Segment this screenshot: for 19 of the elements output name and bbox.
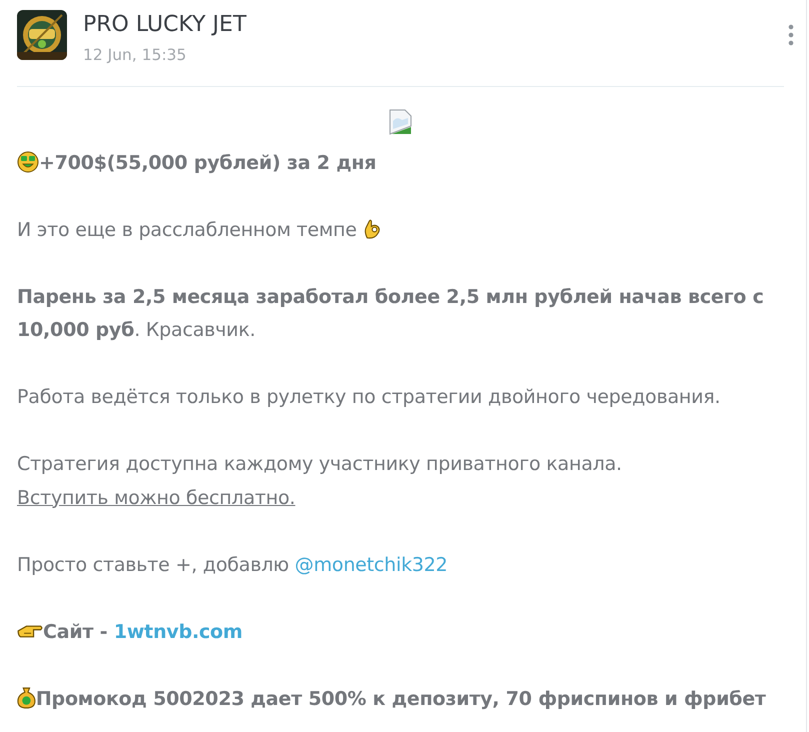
post-link[interactable]: Вступить можно бесплатно. — [17, 486, 296, 509]
post-paragraph: Промокод 5002023 дает 500% к депозиту, 70 фриспинов и фрибет — [17, 682, 784, 716]
post-paragraph: Работа ведётся только в рулетку по стратегии двойного чередования. — [17, 385, 722, 410]
post-paragraph: И это еще в расслабленном темпе — [17, 214, 784, 248]
pointing-hand-icon — [17, 624, 43, 638]
money-bag-icon — [17, 686, 36, 709]
post-date: 12 Jun, 15:35 — [83, 45, 188, 66]
channel-name: PRO LUCKY JET — [83, 12, 246, 38]
post-paragraph: Стратегия доступна каждому участнику приватного канала. Вступить можно бесплатно. — [17, 452, 623, 511]
more-options-icon[interactable] — [788, 24, 794, 46]
post-paragraph: Сайт - 1wtnvb.com — [17, 616, 784, 650]
ok-hand-icon — [362, 218, 382, 240]
money-face-icon — [17, 150, 39, 173]
post-paragraph: +700$(55,000 рублей) за 2 дня — [17, 146, 784, 180]
broken-image-icon — [388, 108, 414, 135]
post-link[interactable]: @monetchik322 — [294, 554, 448, 576]
post-paragraph: Парень за 2,5 месяца заработал более 2,5 млн рублей начав всего с 10,000 руб. Красавчик. — [17, 284, 765, 344]
post-link[interactable]: 1wtnvb.com — [114, 620, 243, 643]
post-paragraph: Просто ставьте +, добавлю @monetchik322 — [17, 552, 449, 578]
